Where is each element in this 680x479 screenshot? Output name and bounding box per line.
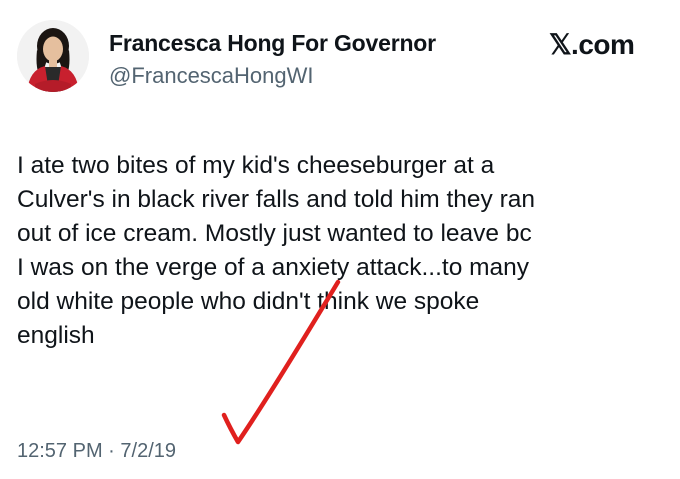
tweet-text-line: english [17,322,95,349]
meta-separator: · [108,440,115,462]
profile-photo-icon [17,20,89,92]
tweet-time: 12:57 PM [17,440,103,462]
tweet-timestamp[interactable]: 12:57 PM · 7/2/19 [17,440,176,463]
tweet-text-line: I was on the verge of a anxiety attack..… [17,254,530,281]
display-name[interactable]: Francesca Hong For Governor [109,30,436,57]
x-logo-brand: 𝕏.com [549,29,635,60]
tweet-text-line: out of ice cream. Mostly just wanted to … [17,220,532,247]
tweet-text-line: old white people who didn't think we spo… [17,288,480,315]
tweet-text: I ate two bites of my kid's cheeseburger… [17,149,667,353]
avatar[interactable] [17,20,89,92]
tweet-text-line: Culver's in black river falls and told h… [17,186,536,213]
tweet-text-line: I ate two bites of my kid's cheeseburger… [17,152,495,179]
tweet-card: Francesca Hong For Governor @FrancescaHo… [0,0,680,479]
user-handle[interactable]: @FrancescaHongWI [109,63,314,89]
tweet-date: 7/2/19 [120,440,177,462]
